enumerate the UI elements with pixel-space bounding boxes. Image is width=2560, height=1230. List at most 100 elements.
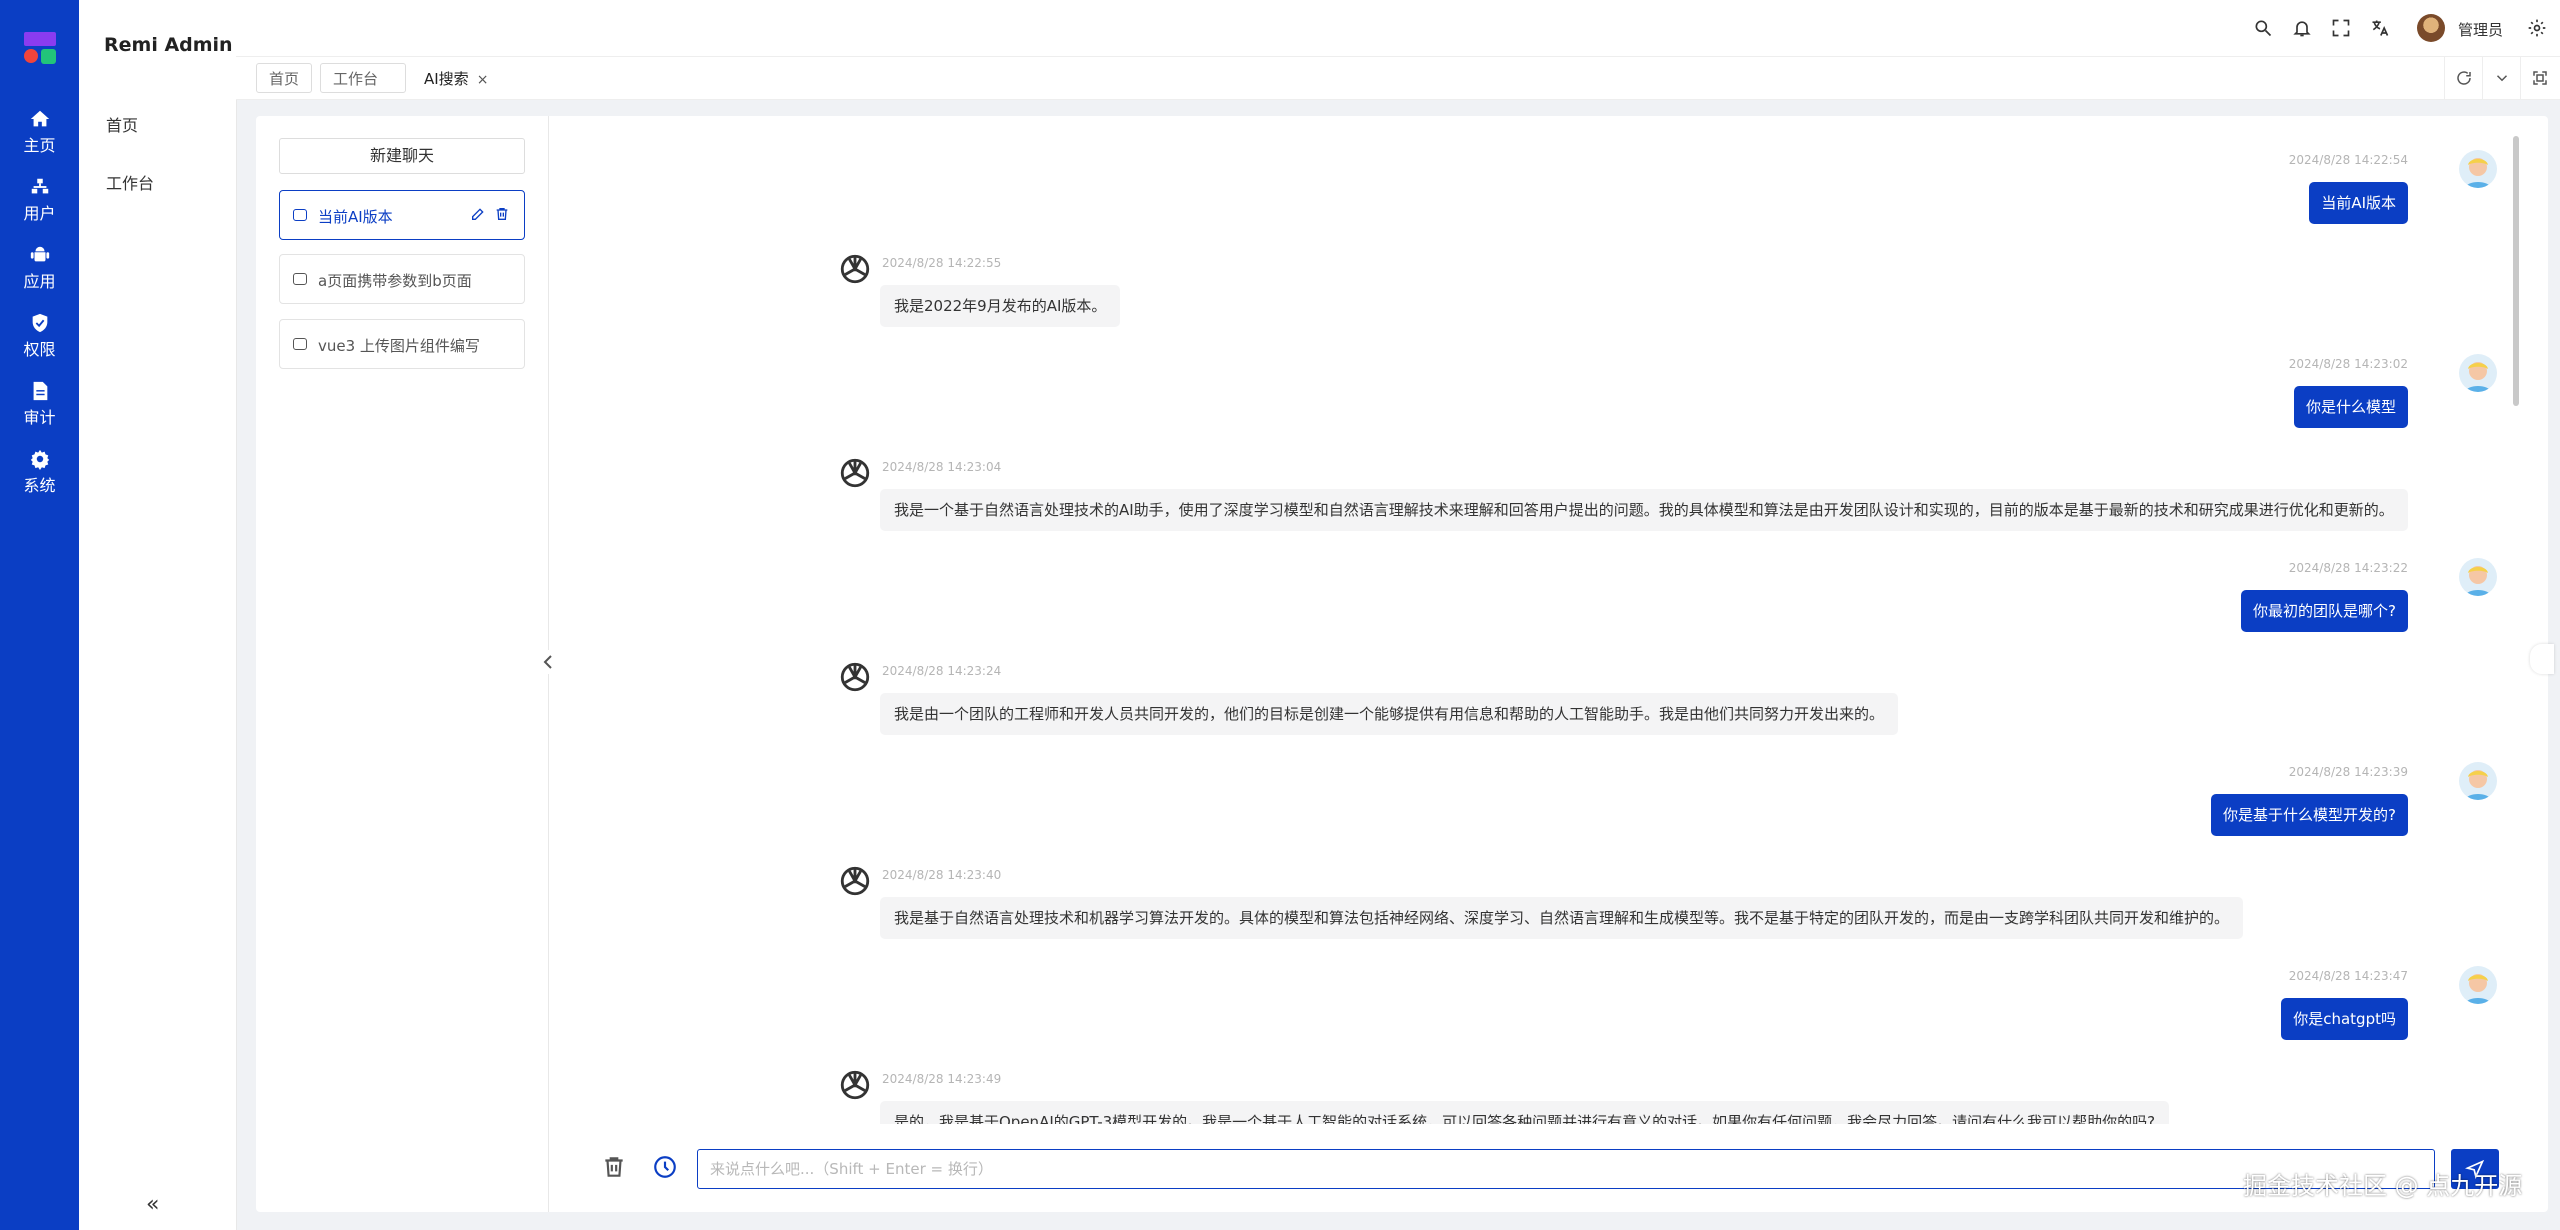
rail-item-label: 主页: [23, 136, 56, 155]
gear-icon: [30, 449, 49, 470]
bell-icon[interactable]: [2292, 18, 2312, 38]
ai-message: 我是由一个团队的工程师和开发人员共同开发的，他们的目标是创建一个能够提供有用信息…: [880, 693, 1899, 735]
rail-item-users[interactable]: 用户: [0, 168, 79, 226]
clock-icon: [654, 1156, 676, 1178]
refresh-icon: [2457, 71, 2471, 85]
tab-home[interactable]: 首页: [256, 63, 313, 93]
delete-icon[interactable]: [494, 206, 510, 222]
ai-avatar-icon: [838, 660, 872, 694]
search-icon[interactable]: [2253, 18, 2273, 38]
menu-item-home[interactable]: 首页: [106, 112, 138, 136]
rail-item-label: 用户: [23, 204, 56, 223]
user-message: 当前AI版本: [2309, 182, 2408, 224]
ai-message: 是的，我是基于OpenAI的GPT-3模型开发的。我是一个基于人工智能的对话系统…: [880, 1101, 2170, 1124]
floating-widget[interactable]: [2530, 644, 2554, 674]
avatar[interactable]: [2417, 14, 2445, 42]
app-logo-icon: [24, 32, 56, 64]
tab-label: AI搜索: [424, 70, 469, 88]
ai-avatar-icon: [838, 1068, 872, 1102]
ai-message: 我是基于自然语言处理技术和机器学习算法开发的。具体的模型和算法包括神经网络、深度…: [880, 897, 2244, 939]
shield-icon: [32, 313, 47, 333]
chat-input[interactable]: [697, 1149, 2435, 1189]
rail-item-label: 权限: [23, 340, 56, 359]
conversation-title: a页面携带参数到b页面: [318, 272, 472, 290]
top-header: 管理员: [236, 0, 2560, 56]
user-avatar: [2459, 762, 2497, 800]
tab-label: 首页: [269, 70, 300, 88]
message-time: 2024/8/28 14:23:40: [882, 868, 1002, 882]
chat-icon: [293, 338, 307, 350]
ai-avatar-icon: [838, 252, 872, 286]
translate-icon[interactable]: [2370, 18, 2390, 38]
maximize-content-button[interactable]: [2520, 57, 2559, 99]
history-button[interactable]: [652, 1154, 678, 1180]
message-time: 2024/8/28 14:23:02: [2288, 357, 2408, 371]
chevron-down-icon: [2496, 75, 2508, 82]
conversation-item[interactable]: a页面携带参数到b页面: [279, 254, 525, 304]
conversation-title: 当前AI版本: [318, 208, 393, 226]
message-time: 2024/8/28 14:23:47: [2288, 969, 2408, 983]
chat-icon: [293, 209, 307, 221]
conversation-item[interactable]: vue3 上传图片组件编写: [279, 319, 525, 369]
ai-search-card: 新建聊天 当前AI版本 a页面携带参数到b页面 vue3 上传图片组件编写 20…: [256, 116, 2548, 1212]
rail-item-label: 审计: [23, 408, 56, 427]
edit-icon[interactable]: [470, 206, 486, 222]
ai-message: 我是2022年9月发布的AI版本。: [880, 285, 1121, 327]
ai-message: 我是一个基于自然语言处理技术的AI助手，使用了深度学习模型和自然语言理解技术来理…: [880, 489, 2408, 531]
message-time: 2024/8/28 14:22:54: [2288, 153, 2408, 167]
message-time: 2024/8/28 14:23:24: [882, 664, 1002, 678]
clear-chat-button[interactable]: [601, 1154, 627, 1180]
rail-item-system[interactable]: 系统: [0, 440, 79, 498]
tab-close-icon[interactable]: ×: [477, 72, 489, 88]
message-scrollbar[interactable]: [2513, 136, 2519, 406]
rail-item-home[interactable]: 主页: [0, 100, 79, 158]
username[interactable]: 管理员: [2458, 19, 2503, 40]
expand-icon: [2533, 71, 2547, 85]
conversation-list: 新建聊天 当前AI版本 a页面携带参数到b页面 vue3 上传图片组件编写: [256, 116, 549, 1212]
ai-avatar-icon: [838, 864, 872, 898]
message-time: 2024/8/28 14:23:39: [2288, 765, 2408, 779]
user-avatar: [2459, 966, 2497, 1004]
chat-icon: [293, 273, 307, 285]
fullscreen-icon[interactable]: [2331, 18, 2351, 38]
new-chat-button[interactable]: 新建聊天: [279, 138, 525, 174]
message-time: 2024/8/28 14:23:22: [2288, 561, 2408, 575]
menu-item-workbench[interactable]: 工作台: [106, 170, 154, 194]
user-message: 你是什么模型: [2293, 386, 2408, 428]
rail-item-label: 系统: [23, 476, 56, 495]
message-time: 2024/8/28 14:23:04: [882, 460, 1002, 474]
rail-item-label: 应用: [23, 272, 56, 291]
users-icon: [31, 178, 48, 194]
trash-icon: [605, 1157, 623, 1177]
message-time: 2024/8/28 14:22:55: [882, 256, 1002, 270]
conversation-item[interactable]: 当前AI版本: [279, 190, 525, 240]
home-icon: [30, 110, 49, 127]
tab-menu-button[interactable]: [2482, 57, 2521, 99]
icon-rail: 主页 用户 应用 权限 审计 系统: [0, 0, 79, 1230]
conversation-title: vue3 上传图片组件编写: [318, 337, 480, 355]
user-message: 你最初的团队是哪个?: [2241, 590, 2408, 632]
tab-label: 工作台: [333, 70, 379, 88]
brand-title: Remi Admin: [104, 34, 233, 56]
message-time: 2024/8/28 14:23:49: [882, 1072, 1002, 1086]
file-icon: [33, 381, 47, 401]
collapse-menu-button[interactable]: «: [146, 1192, 159, 1217]
user-message: 你是基于什么模型开发的?: [2211, 794, 2408, 836]
rail-item-audit[interactable]: 审计: [0, 372, 79, 430]
user-avatar: [2459, 354, 2497, 392]
rail-item-permissions[interactable]: 权限: [0, 304, 79, 362]
message-list: 2024/8/28 14:22:54 当前AI版本 2024/8/28 14:2…: [549, 116, 2515, 1124]
tab-ai-search[interactable]: AI搜索 ×: [411, 63, 502, 93]
watermark: 掘金技术社区 @ 点九开源: [2243, 1172, 2523, 1200]
side-menu: Remi Admin 首页 工作台 «: [79, 0, 237, 1230]
tabs-bar: 首页 工作台 AI搜索 ×: [236, 56, 2560, 100]
user-message: 你是chatgpt吗: [2281, 998, 2408, 1040]
user-avatar: [2459, 558, 2497, 596]
ai-avatar-icon: [838, 456, 872, 490]
refresh-tab-button[interactable]: [2444, 57, 2483, 99]
android-icon: [30, 246, 49, 262]
rail-item-apps[interactable]: 应用: [0, 236, 79, 294]
user-avatar: [2459, 150, 2497, 188]
settings-icon[interactable]: [2527, 18, 2547, 38]
tab-workbench[interactable]: 工作台: [320, 63, 406, 93]
